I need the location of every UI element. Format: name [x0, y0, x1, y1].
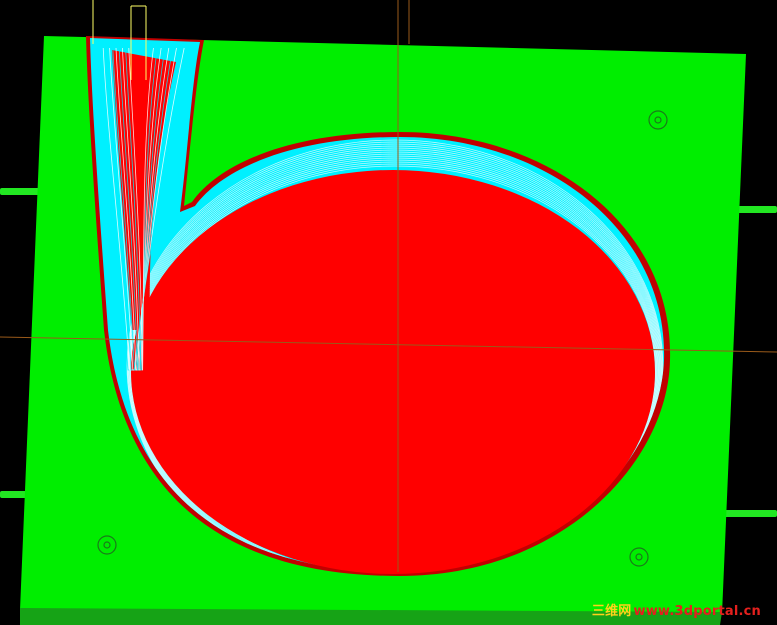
cam-3d-viewport[interactable] — [0, 0, 777, 625]
watermark-site-name: 三维网 — [591, 604, 632, 619]
watermark: 三维网 www.3dportal.cn — [592, 600, 761, 619]
guide-pin-left-top — [0, 188, 42, 195]
guide-pin-right-bottom — [722, 510, 777, 517]
cavity-inner-floor — [131, 170, 655, 574]
guide-pin-right-top — [735, 206, 777, 213]
watermark-url: www.3dportal.cn — [633, 604, 761, 619]
